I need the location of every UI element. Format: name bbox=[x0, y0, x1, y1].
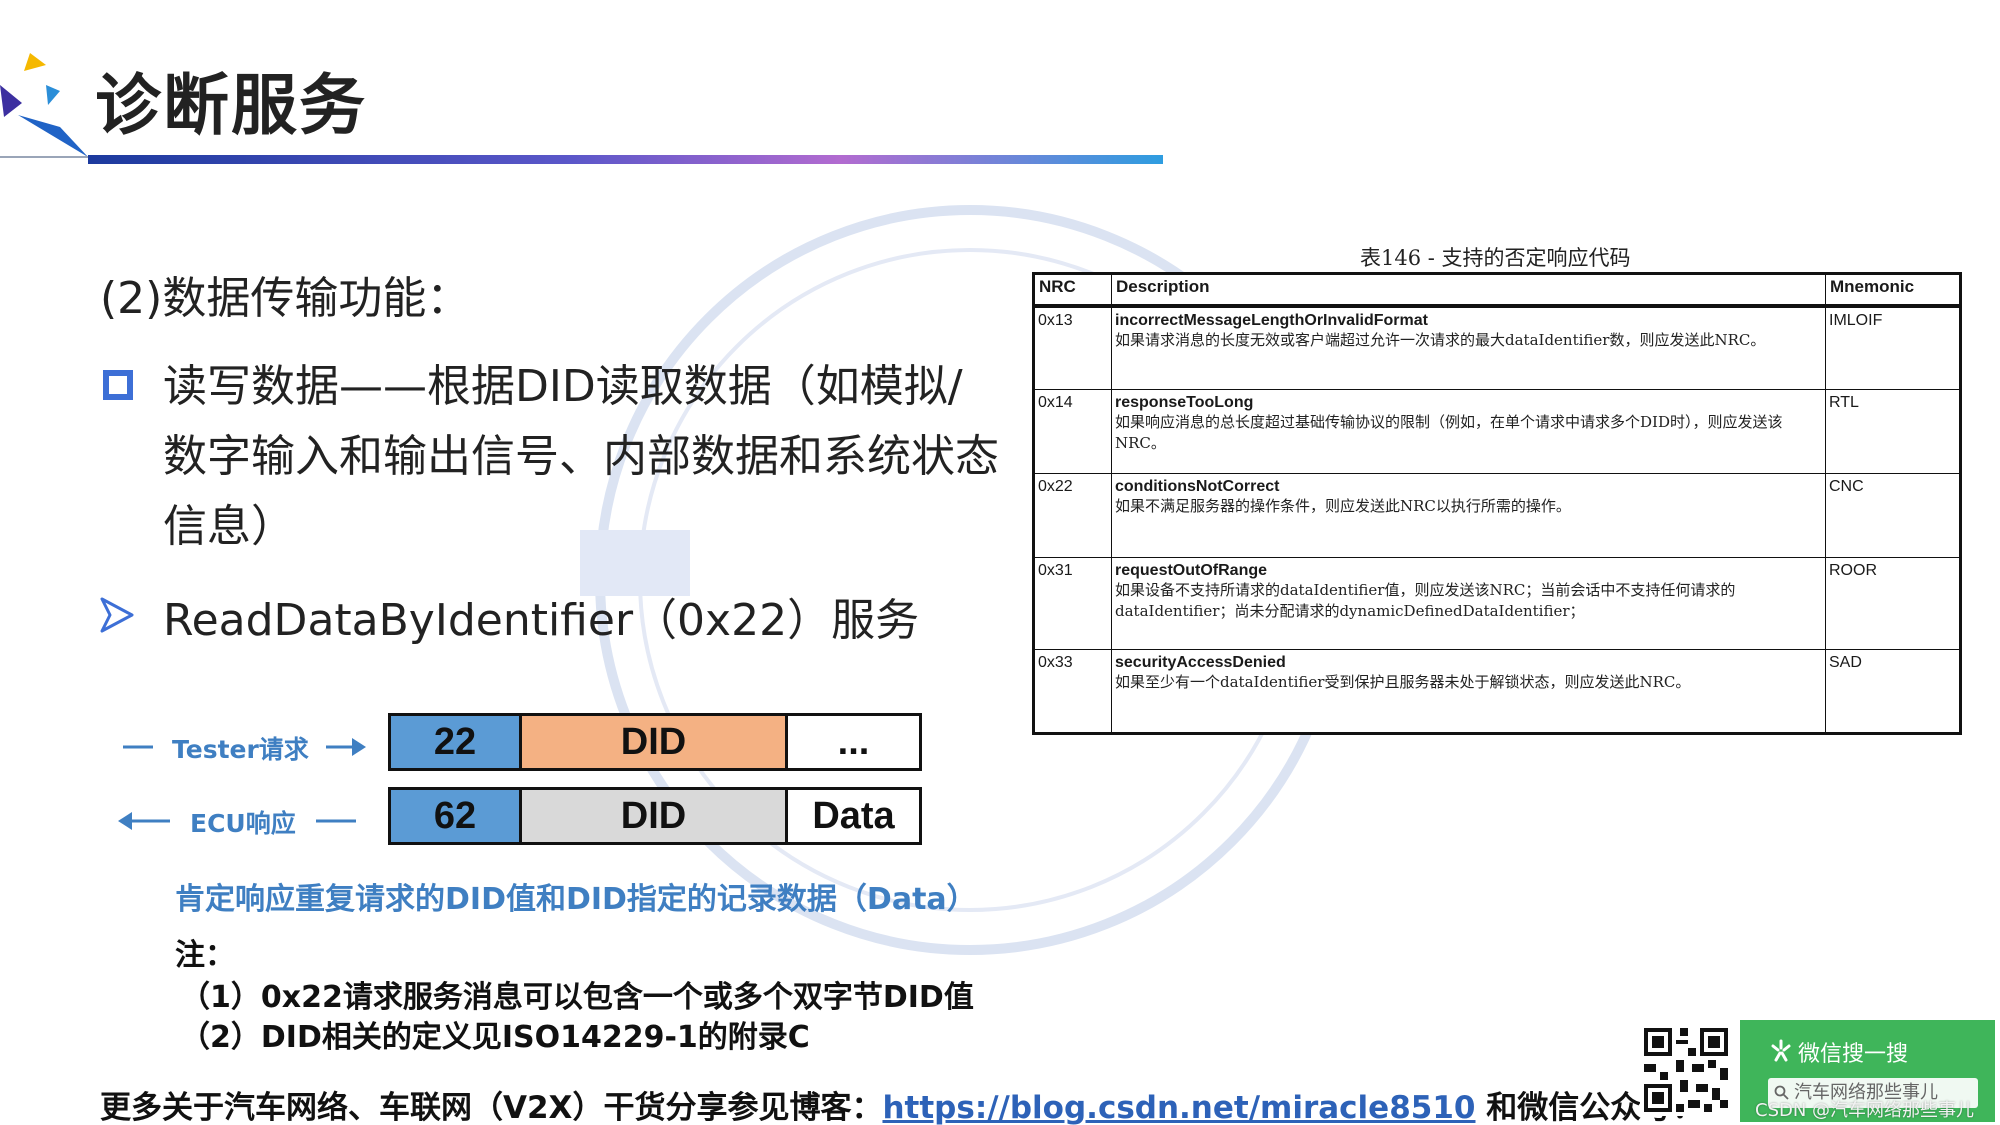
nrc-description: 如果至少有一个dataIdentifier受到保护且服务器未处于解锁状态，则应发… bbox=[1115, 673, 1691, 691]
response-sid-cell: 62 bbox=[391, 790, 522, 842]
request-left-dash-icon bbox=[123, 745, 153, 749]
nrc-name: securityAccessDenied bbox=[1115, 654, 1286, 671]
blog-link[interactable]: https://blog.csdn.net/miracle8510 bbox=[882, 1090, 1475, 1125]
nrc-name: responseTooLong bbox=[1115, 394, 1254, 411]
request-more-cell: ... bbox=[788, 716, 919, 768]
nrc-code-cell: 0x31 bbox=[1033, 557, 1112, 650]
column-header-description: Description bbox=[1111, 273, 1826, 308]
nrc-name: conditionsNotCorrect bbox=[1115, 478, 1280, 495]
note-label: 注： bbox=[175, 938, 235, 973]
nrc-table: NRC Description Mnemonic 0x13 incorrectM… bbox=[1032, 272, 1962, 735]
request-right-arrow-icon bbox=[326, 738, 366, 756]
csdn-credit-watermark: CSDN @汽车网络那些事儿 bbox=[1755, 1100, 1975, 1121]
response-frame: 62 DID Data bbox=[388, 787, 922, 845]
page-title: 诊断服务 bbox=[95, 67, 367, 144]
nrc-mnemonic-cell: SAD bbox=[1825, 649, 1961, 734]
table-row: 0x22 conditionsNotCorrect 如果不满足服务器的操作条件，… bbox=[1033, 473, 1961, 558]
response-left-arrow-icon bbox=[118, 812, 170, 830]
table-header-row: NRC Description Mnemonic bbox=[1033, 273, 1961, 308]
arrow-bullet-icon bbox=[100, 597, 134, 633]
column-header-nrc: NRC bbox=[1033, 273, 1112, 308]
square-bullet-icon bbox=[103, 370, 133, 400]
tester-request-label: Tester请求 bbox=[172, 735, 309, 764]
title-underline-gradient bbox=[88, 155, 1163, 164]
column-header-mnemonic: Mnemonic bbox=[1825, 273, 1961, 308]
response-did-cell: DID bbox=[522, 790, 788, 842]
nrc-mnemonic-cell: CNC bbox=[1825, 473, 1961, 558]
nrc-description-cell: requestOutOfRange 如果设备不支持所请求的dataIdentif… bbox=[1111, 557, 1826, 650]
nrc-description: 如果请求消息的长度无效或客户端超过允许一次请求的最大dataIdentifier… bbox=[1115, 330, 1766, 349]
nrc-description-cell: securityAccessDenied 如果至少有一个dataIdentifi… bbox=[1111, 649, 1826, 734]
table-row: 0x13 incorrectMessageLengthOrInvalidForm… bbox=[1033, 305, 1961, 390]
note-item: （1）0x22请求服务消息可以包含一个或多个双字节DID值 bbox=[180, 980, 974, 1015]
positive-response-note: 肯定响应重复请求的DID值和DID指定的记录数据（Data） bbox=[175, 882, 977, 917]
request-did-cell: DID bbox=[522, 716, 788, 768]
request-frame: 22 DID ... bbox=[388, 713, 922, 771]
footer-prefix: 更多关于汽车网络、车联网（V2X）干货分享参见博客： bbox=[100, 1090, 883, 1125]
nrc-description-cell: incorrectMessageLengthOrInvalidFormat 如果… bbox=[1111, 305, 1826, 390]
nrc-mnemonic-cell: IMLOIF bbox=[1825, 305, 1961, 390]
nrc-name: incorrectMessageLengthOrInvalidFormat bbox=[1115, 311, 1428, 329]
ecu-response-label: ECU响应 bbox=[190, 809, 296, 838]
nrc-description-cell: responseTooLong 如果响应消息的总长度超过基础传输协议的限制（例如… bbox=[1111, 389, 1826, 474]
nrc-mnemonic-cell: ROOR bbox=[1825, 557, 1961, 650]
title-underline-gray bbox=[0, 156, 90, 158]
wechat-search-label: 微信搜一搜 bbox=[1798, 1042, 1909, 1067]
nrc-code-cell: 0x13 bbox=[1033, 305, 1112, 390]
brand-triangles-logo bbox=[0, 53, 88, 157]
qr-code-icon[interactable] bbox=[1640, 1024, 1732, 1116]
nrc-table-caption: 表146 - 支持的否定响应代码 bbox=[1360, 246, 1631, 270]
nrc-code-cell: 0x22 bbox=[1033, 473, 1112, 558]
footer-text: 更多关于汽车网络、车联网（V2X）干货分享参见博客：https://blog.c… bbox=[100, 1082, 1703, 1125]
nrc-mnemonic-cell: RTL bbox=[1825, 389, 1961, 474]
wechat-search-spark-icon bbox=[1771, 1039, 1791, 1062]
table-row: 0x31 requestOutOfRange 如果设备不支持所请求的dataId… bbox=[1033, 557, 1961, 650]
service-name-text: ReadDataByIdentifier（0x22）服务 bbox=[163, 595, 920, 646]
section-heading: (2)数据传输功能： bbox=[100, 273, 471, 324]
request-sid-cell: 22 bbox=[391, 716, 522, 768]
nrc-code-cell: 0x33 bbox=[1033, 649, 1112, 734]
nrc-description: 如果设备不支持所请求的dataIdentifier值，则应发送该NRC；当前会话… bbox=[1115, 581, 1736, 620]
nrc-description: 如果响应消息的总长度超过基础传输协议的限制（例如，在单个请求中请求多个DID时）… bbox=[1115, 413, 1783, 452]
table-row: 0x14 responseTooLong 如果响应消息的总长度超过基础传输协议的… bbox=[1033, 389, 1961, 474]
nrc-code-cell: 0x14 bbox=[1033, 389, 1112, 474]
nrc-description-cell: conditionsNotCorrect 如果不满足服务器的操作条件，则应发送此… bbox=[1111, 473, 1826, 558]
nrc-description: 如果不满足服务器的操作条件，则应发送此NRC以执行所需的操作。 bbox=[1115, 497, 1571, 515]
nrc-name: requestOutOfRange bbox=[1115, 562, 1268, 579]
response-right-dash-icon bbox=[316, 819, 356, 823]
table-row: 0x33 securityAccessDenied 如果至少有一个dataIde… bbox=[1033, 649, 1961, 734]
note-item: （2）DID相关的定义见ISO14229-1的附录C bbox=[180, 1020, 810, 1055]
read-write-bullet-text: 读写数据——根据DID读取数据（如模拟/数字输入和输出信号、内部数据和系统状态信… bbox=[163, 361, 999, 552]
response-data-cell: Data bbox=[788, 790, 919, 842]
